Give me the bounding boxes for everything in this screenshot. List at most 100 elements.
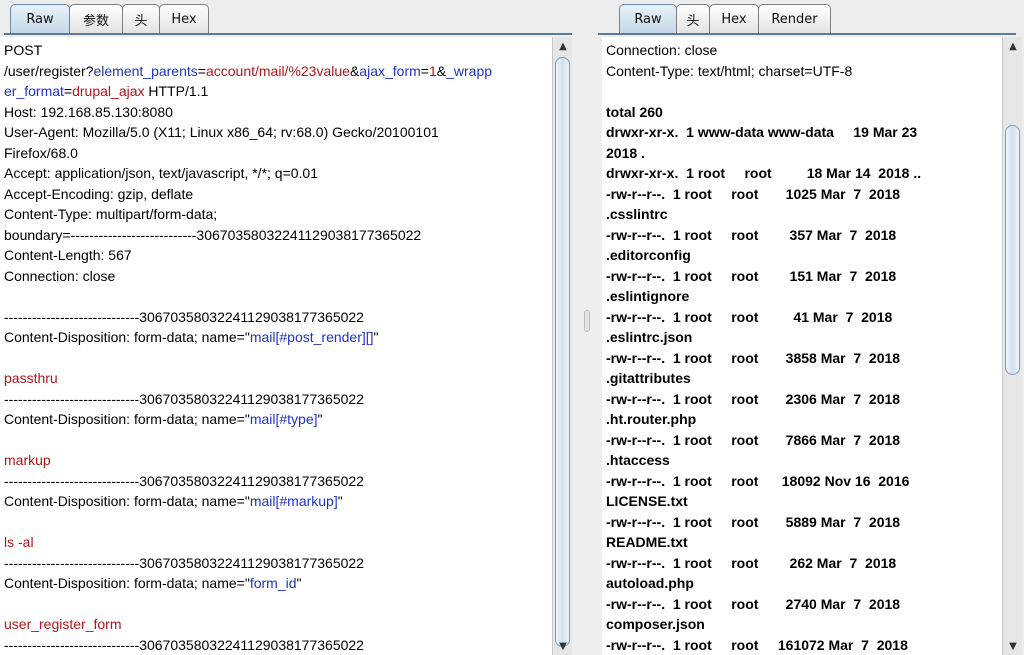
request-line-segment: -----------------------------30670358032…	[4, 390, 364, 407]
response-line: .htaccess	[606, 452, 670, 468]
request-line-segment: =	[197, 62, 206, 79]
response-line: -rw-r--r--. 1 root root 151 Mar 7 2018	[606, 267, 897, 284]
request-line-segment: user_register_form	[4, 616, 122, 632]
request-line: Content-Type: multipart/form-data;	[4, 204, 492, 225]
request-line-segment: Connection: close	[4, 267, 116, 284]
request-tabbar: Raw 参数 头 Hex	[0, 0, 580, 35]
response-line: -rw-r--r--. 1 root root 41 Mar 7 2018	[606, 308, 893, 325]
request-line: -----------------------------30670358032…	[4, 553, 492, 574]
request-line-segment: Content-Type: multipart/form-data;	[4, 206, 218, 222]
request-line-segment: =	[63, 83, 73, 99]
request-line-segment: drupal_ajax	[72, 83, 145, 99]
request-scrollbar[interactable]: ▲ ▼	[552, 37, 572, 655]
response-pane: Raw 头 Hex Render Connection: close Conten…	[594, 0, 1024, 655]
request-lines: POST/user/register?element_parents=accou…	[4, 40, 492, 655]
response-line: -rw-r--r--. 1 root root 262 Mar 7 2018	[606, 554, 897, 571]
request-line: POST	[4, 40, 492, 61]
request-line: User-Agent: Mozilla/5.0 (X11; Linux x86_…	[4, 122, 492, 143]
response-tab-render[interactable]: Render	[758, 4, 831, 33]
scroll-up-arrow-icon[interactable]: ▲	[553, 37, 573, 55]
request-line-segment: "	[296, 575, 302, 591]
request-line-segment: "	[373, 329, 379, 345]
request-line: Content-Length: 567	[4, 245, 492, 266]
request-line: user_register_form	[4, 614, 492, 635]
response-line: -rw-r--r--. 1 root root 2740 Mar 7 2018	[606, 595, 901, 612]
request-line-segment: -----------------------------30670358032…	[4, 636, 364, 653]
response-line: drwxr-xr-x. 1 root root 18 Mar 14 2018 .…	[606, 165, 922, 181]
request-tab-hex[interactable]: Hex	[159, 4, 209, 33]
response-line: -rw-r--r--. 1 root root 1025 Mar 7 2018	[606, 185, 901, 202]
request-line-segment: Host: 192.168.85.130:8080	[4, 103, 173, 120]
request-scroll-thumb[interactable]	[555, 57, 570, 647]
request-line: -----------------------------30670358032…	[4, 635, 492, 655]
request-line-segment: &	[349, 62, 360, 79]
splitter-grip-icon[interactable]	[584, 310, 590, 332]
request-line: -----------------------------30670358032…	[4, 471, 492, 492]
request-tab-headers[interactable]: 头	[122, 4, 160, 33]
request-line: ls -al	[4, 532, 492, 553]
request-line: Content-Disposition: form-data; name="ma…	[4, 327, 492, 348]
request-tab-underline	[4, 33, 572, 35]
response-scroll-thumb[interactable]	[1005, 125, 1020, 375]
request-line: -----------------------------30670358032…	[4, 307, 492, 328]
response-line: .ht.router.php	[606, 411, 697, 427]
response-line: 2018 .	[606, 144, 645, 161]
response-line	[606, 81, 921, 102]
scroll-down-arrow-icon[interactable]: ▼	[1003, 637, 1023, 655]
response-lines: Connection: close Content-Type: text/html…	[606, 40, 921, 655]
response-line: -rw-r--r--. 1 root root 18092 Nov 16 201…	[606, 472, 910, 489]
request-line: Firefox/68.0	[4, 143, 492, 164]
request-line: Connection: close	[4, 266, 492, 287]
request-line	[4, 512, 492, 533]
request-line-segment: "	[337, 493, 343, 509]
request-line: /user/register?element_parents=account/m…	[4, 61, 492, 82]
response-line: total 260	[606, 103, 663, 120]
request-line-segment: ajax_form	[359, 62, 421, 79]
request-tab-params[interactable]: 参数	[69, 4, 123, 33]
pane-splitter[interactable]	[580, 0, 594, 655]
request-line: Content-Disposition: form-data; name="fo…	[4, 573, 492, 594]
request-line-segment: HTTP/1.1	[144, 83, 209, 99]
request-line-segment: Content-Disposition: form-data; name="	[4, 329, 250, 345]
request-line-segment: Firefox/68.0	[4, 144, 78, 161]
request-line-segment: -----------------------------30670358032…	[4, 308, 364, 325]
request-line	[4, 430, 492, 451]
response-scrollbar[interactable]: ▲ ▼	[1002, 37, 1022, 655]
response-tab-hex[interactable]: Hex	[709, 4, 759, 33]
request-line-segment: Accept: application/json, text/javascrip…	[4, 165, 319, 181]
request-tab-raw[interactable]: Raw	[10, 4, 70, 33]
request-editor[interactable]: POST/user/register?element_parents=accou…	[0, 37, 552, 655]
request-line: Accept: application/json, text/javascrip…	[4, 163, 492, 184]
request-line-segment: er_format	[4, 83, 64, 99]
response-line: .editorconfig	[606, 247, 691, 263]
response-line: Connection: close	[606, 42, 718, 58]
request-line-segment: Content-Disposition: form-data; name="	[4, 575, 250, 591]
scroll-down-arrow-icon[interactable]: ▼	[553, 637, 573, 655]
request-line-segment: -----------------------------30670358032…	[4, 472, 364, 489]
response-editor[interactable]: Connection: close Content-Type: text/html…	[602, 37, 1010, 655]
request-line-segment: =	[420, 62, 429, 79]
response-tab-headers[interactable]: 头	[676, 4, 710, 33]
response-line: composer.json	[606, 616, 705, 632]
response-line: .eslintignore	[606, 288, 690, 304]
request-line: passthru	[4, 368, 492, 389]
request-line: boundary=---------------------------3067…	[4, 225, 492, 246]
request-line-segment: _wrapp	[446, 62, 493, 79]
request-line: Accept-Encoding: gzip, deflate	[4, 184, 492, 205]
request-line-segment: User-Agent: Mozilla/5.0 (X11; Linux x86_…	[4, 124, 439, 140]
request-line: er_format=drupal_ajax HTTP/1.1	[4, 81, 492, 102]
request-line-segment: -----------------------------30670358032…	[4, 554, 364, 571]
response-line: -rw-r--r--. 1 root root 2306 Mar 7 2018	[606, 390, 901, 407]
request-line-segment: Accept-Encoding: gzip, deflate	[4, 185, 194, 202]
request-line-segment: markup	[4, 452, 51, 468]
response-line: Content-Type: text/html; charset=UTF-8	[606, 62, 853, 79]
request-line-segment: "	[317, 411, 323, 427]
request-line-segment: boundary=---------------------------3067…	[4, 226, 422, 243]
scroll-up-arrow-icon[interactable]: ▲	[1003, 37, 1023, 55]
response-line: -rw-r--r--. 1 root root 357 Mar 7 2018	[606, 226, 897, 243]
request-line-segment: ls -al	[4, 534, 34, 550]
request-line-segment: /user/register?	[4, 62, 94, 79]
request-line-segment: Content-Length: 567	[4, 247, 132, 263]
response-tab-raw[interactable]: Raw	[619, 4, 677, 33]
request-line: Content-Disposition: form-data; name="ma…	[4, 491, 492, 512]
